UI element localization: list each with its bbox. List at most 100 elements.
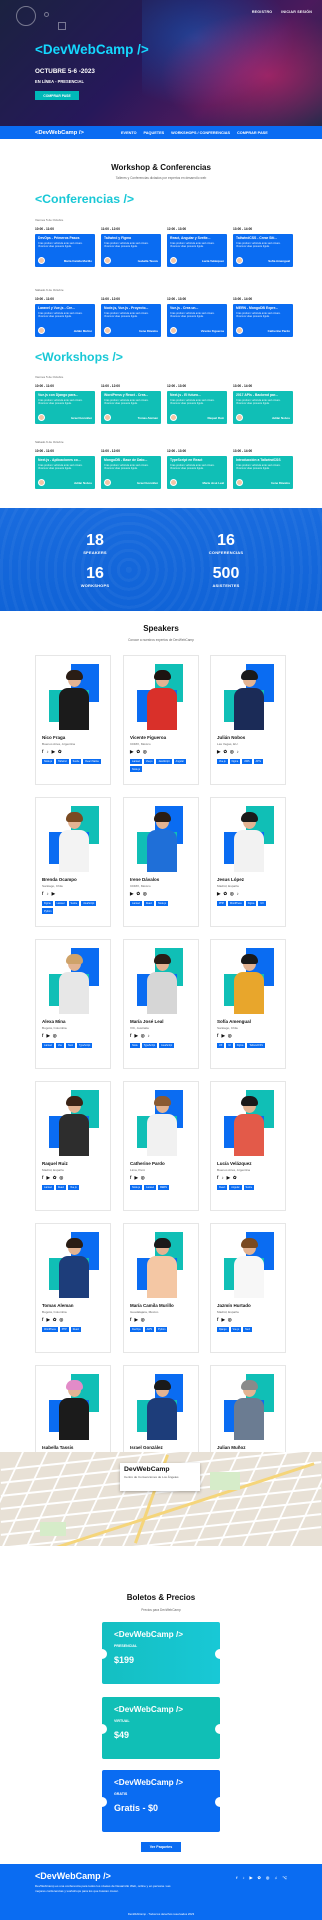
event-card[interactable]: Tailwind y Figma Cras pretium vehicula an… bbox=[101, 234, 161, 267]
speaker-card[interactable]: María José Leal VIC, Australia f ▶ ◎ ♪ Node Typ… bbox=[123, 939, 199, 1069]
social-icon[interactable]: f bbox=[42, 1175, 43, 1181]
event-card[interactable]: Node.js, Vue.js - Proyecto... Cras pretiu… bbox=[101, 304, 161, 337]
event-card[interactable]: React, Angular y Svelte... Cras pretium v… bbox=[167, 234, 227, 267]
social-icon[interactable]: ◎ bbox=[59, 1317, 63, 1323]
buy-pass-button[interactable]: COMPRAR PASE bbox=[35, 91, 79, 100]
social-icon[interactable]: ◎ bbox=[230, 749, 234, 755]
social-icon[interactable]: ✿ bbox=[223, 749, 227, 755]
social-icon[interactable]: ✿ bbox=[223, 891, 227, 897]
social-icon[interactable]: ▶ bbox=[46, 1033, 49, 1039]
nav-link-comprar[interactable]: COMPRAR PASE bbox=[237, 131, 268, 135]
social-icon[interactable]: f bbox=[42, 1033, 43, 1039]
social-icon[interactable]: ♪ bbox=[148, 1033, 150, 1039]
social-icon[interactable]: ◎ bbox=[143, 891, 147, 897]
social-icon[interactable]: ♪ bbox=[237, 891, 239, 897]
social-icon[interactable]: ◎ bbox=[143, 749, 147, 755]
footer-social-icon[interactable]: ✿ bbox=[258, 1875, 261, 1880]
speaker-card[interactable]: María Camila Murillo Guadalajara, México f… bbox=[123, 1223, 199, 1353]
footer-social-icon[interactable]: ♪ bbox=[242, 1875, 244, 1880]
social-icon[interactable]: ▶ bbox=[134, 1175, 137, 1181]
social-icon[interactable]: ▶ bbox=[134, 1033, 137, 1039]
speaker-card[interactable]: Brenda Ocampo Santiago, Chile f ♪ ▶ Figma Lara… bbox=[35, 797, 111, 927]
speaker-card[interactable]: Tomas Aleman Bogotá, Colombia f ▶ ✿ ◎ WordPres… bbox=[35, 1223, 111, 1353]
speaker-card[interactable]: Julián Nobos Las Vegas, EU. ▶ ✿ ◎ ♪ Vue.js Figm… bbox=[210, 655, 286, 785]
event-card[interactable]: Vue.js - Crea un... Cras pretium vehicula… bbox=[167, 304, 227, 337]
social-icon[interactable]: ◎ bbox=[59, 1175, 63, 1181]
event-card[interactable]: DevOps - Primeros Pasos Cras pretium vehi… bbox=[35, 234, 95, 267]
social-icon[interactable]: ◎ bbox=[53, 1033, 57, 1039]
ticket-virtual[interactable]: <DevWebCamp /> VIRTUAL $49 bbox=[97, 1697, 225, 1759]
social-icon[interactable]: f bbox=[42, 891, 43, 897]
hero-logo[interactable]: <DevWebCamp /> bbox=[35, 42, 149, 57]
speaker-card[interactable]: Nico Fraga Buenos Aires, Argentina f ♪ ▶ ✿ Nod… bbox=[35, 655, 111, 785]
social-icon[interactable]: ▶ bbox=[227, 1175, 230, 1181]
social-icon[interactable]: f bbox=[130, 1317, 131, 1323]
footer-social-icon[interactable]: ♫ bbox=[274, 1875, 277, 1880]
speaker-card[interactable]: Lucía Velázquez Buenos Aires, Argentina f ♪… bbox=[210, 1081, 286, 1211]
event-card[interactable]: WordPress y React - Crea... Cras pretium … bbox=[101, 391, 161, 424]
social-icon[interactable]: f bbox=[42, 1317, 43, 1323]
social-icon[interactable]: ▶ bbox=[52, 891, 55, 897]
event-card[interactable]: MongoDB - Base de Dato... Cras pretium ve… bbox=[101, 456, 161, 489]
social-icon[interactable]: ♪ bbox=[221, 1175, 223, 1181]
social-icon[interactable]: ✿ bbox=[58, 749, 62, 755]
footer-logo[interactable]: <DevWebCamp /> bbox=[35, 1871, 111, 1881]
speaker-card[interactable]: Jesus López Madrid, España ▶ ✿ ◎ ♪ PHP WordPres… bbox=[210, 797, 286, 927]
social-icon[interactable]: ▶ bbox=[134, 1317, 137, 1323]
event-card[interactable]: 2017 APIs - Backend par... Cras pretium v… bbox=[233, 391, 293, 424]
footer-social-icon[interactable]: ▶ bbox=[249, 1875, 252, 1880]
event-card[interactable]: Laravel y Vue.js - Cre... Cras pretium ve… bbox=[35, 304, 95, 337]
social-icon[interactable]: ▶ bbox=[130, 891, 133, 897]
social-icon[interactable]: ▶ bbox=[221, 1033, 224, 1039]
social-icon[interactable]: f bbox=[42, 749, 43, 755]
social-icon[interactable]: f bbox=[217, 1317, 218, 1323]
speaker-card[interactable]: Jazmín Hurtado Madrid, España f ▶ ◎ Django Vue… bbox=[210, 1223, 286, 1353]
social-icon[interactable]: ✿ bbox=[53, 1175, 57, 1181]
speaker-card[interactable]: Vicente Figueroa CDMX, México ▶ ✿ ◎ Laravel Vu… bbox=[123, 655, 199, 785]
social-icon[interactable]: ✿ bbox=[53, 1317, 57, 1323]
social-icon[interactable]: ♪ bbox=[46, 749, 48, 755]
nav-link-workshops[interactable]: WORKSHOPS / CONFERENCIAS bbox=[171, 131, 230, 135]
social-icon[interactable]: ▶ bbox=[46, 1175, 49, 1181]
social-icon[interactable]: ▶ bbox=[221, 1317, 224, 1323]
event-card[interactable]: Introducción a TailwindCSS Cras pretium v… bbox=[233, 456, 293, 489]
social-icon[interactable]: ◎ bbox=[141, 1175, 145, 1181]
social-icon[interactable]: ▶ bbox=[217, 891, 220, 897]
social-icon[interactable]: ✿ bbox=[136, 749, 140, 755]
social-icon[interactable]: ◎ bbox=[141, 1033, 145, 1039]
event-card[interactable]: Next.js - Aplicaciones co... Cras pretium… bbox=[35, 456, 95, 489]
navbar-logo[interactable]: <DevWebCamp /> bbox=[35, 130, 84, 136]
speaker-card[interactable]: Raquel Ruiz Madrid, España f ▶ ✿ ◎ Laravel Reac… bbox=[35, 1081, 111, 1211]
social-icon[interactable]: ♪ bbox=[46, 891, 48, 897]
view-packages-button[interactable]: Ver Paquetes bbox=[141, 1842, 181, 1852]
social-icon[interactable]: ▶ bbox=[46, 1317, 49, 1323]
social-icon[interactable]: ◎ bbox=[230, 891, 234, 897]
social-icon[interactable]: f bbox=[217, 1175, 218, 1181]
footer-social-icon[interactable]: f bbox=[236, 1875, 237, 1880]
social-icon[interactable]: f bbox=[217, 1033, 218, 1039]
register-link[interactable]: REGISTRO bbox=[252, 10, 272, 14]
event-card[interactable]: Vue.js con Django para... Cras pretium ve… bbox=[35, 391, 95, 424]
ticket-gratis[interactable]: <DevWebCamp /> GRATIS Gratis - $0 bbox=[97, 1770, 225, 1832]
speaker-card[interactable]: Irene Dávalos CDMX, México ▶ ✿ ◎ Laravel React… bbox=[123, 797, 199, 927]
social-icon[interactable]: ◎ bbox=[141, 1317, 145, 1323]
nav-link-evento[interactable]: EVENTO bbox=[121, 131, 137, 135]
login-link[interactable]: INICIAR SESIÓN bbox=[281, 10, 312, 14]
social-icon[interactable]: ♪ bbox=[237, 749, 239, 755]
social-icon[interactable]: ▶ bbox=[130, 749, 133, 755]
event-card[interactable]: TailwindCSS - Crear Siti... Cras pretium … bbox=[233, 234, 293, 267]
event-card[interactable]: TypeScript en React Cras pretium vehicula… bbox=[167, 456, 227, 489]
speaker-card[interactable]: Alexa Mina Bogotá, Colombia f ▶ ◎ Laravel Vue N… bbox=[35, 939, 111, 1069]
social-icon[interactable]: f bbox=[130, 1033, 131, 1039]
ticket-presencial[interactable]: <DevWebCamp /> PRESENCIAL $199 bbox=[97, 1622, 225, 1684]
footer-social-icon[interactable]: ◎ bbox=[266, 1875, 270, 1880]
social-icon[interactable]: ◎ bbox=[228, 1317, 232, 1323]
social-icon[interactable]: ✿ bbox=[136, 891, 140, 897]
footer-social-icon[interactable]: ⌥ bbox=[282, 1875, 287, 1880]
nav-link-paquetes[interactable]: PAQUETES bbox=[144, 131, 165, 135]
speaker-card[interactable]: Sofía Amengual Santiago, Chile f ▶ ◎ UX UI Figm… bbox=[210, 939, 286, 1069]
speaker-card[interactable]: Catherine Pardo Lima, Perú f ▶ ◎ Node.js Larav… bbox=[123, 1081, 199, 1211]
social-icon[interactable]: ▶ bbox=[217, 749, 220, 755]
social-icon[interactable]: f bbox=[130, 1175, 131, 1181]
event-card[interactable]: Next.js - El futuro... Cras pretium vehic… bbox=[167, 391, 227, 424]
